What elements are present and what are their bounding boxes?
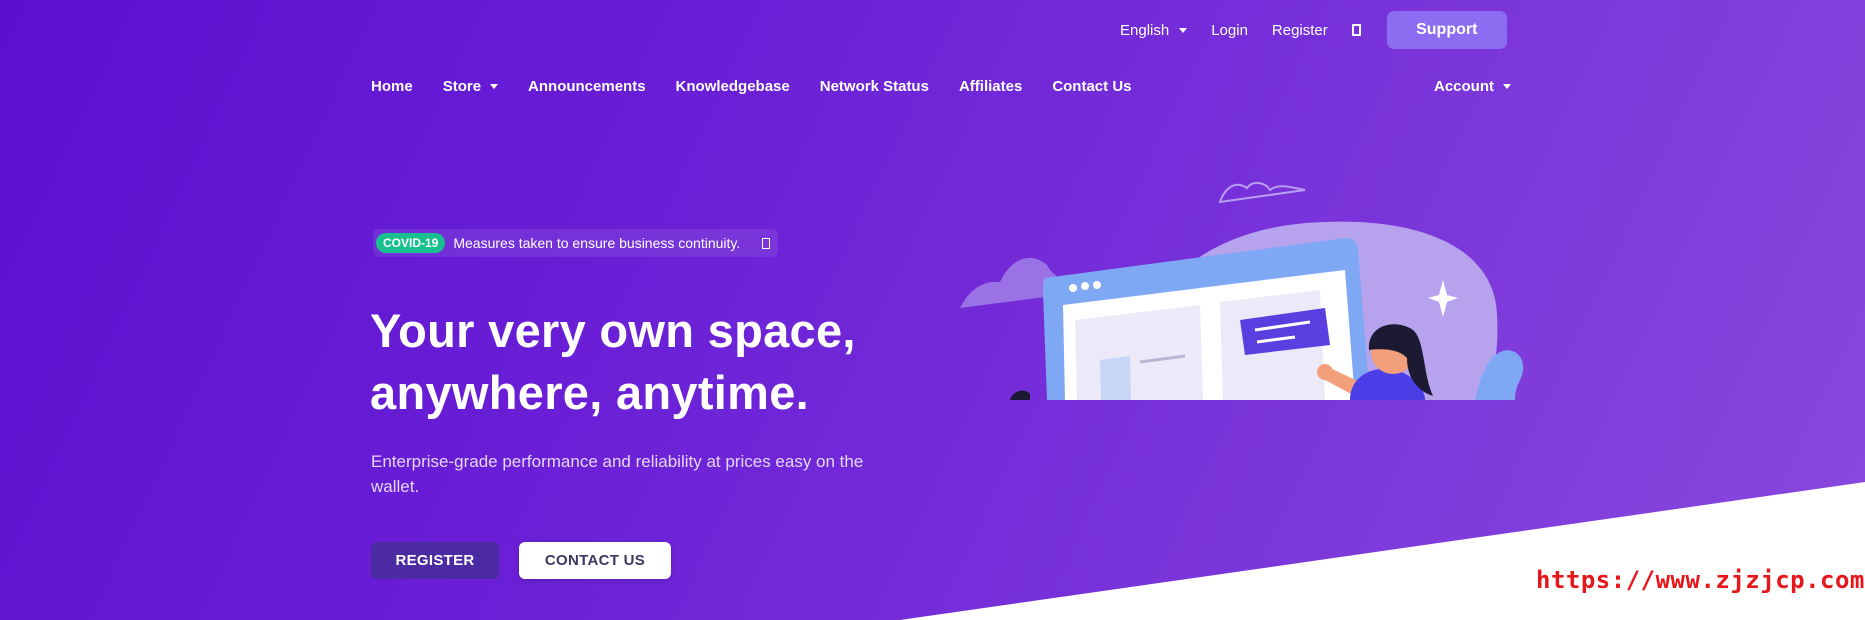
nav-store[interactable]: Store [442,78,499,95]
language-selector[interactable]: English [1120,21,1188,39]
hero-illustration [960,182,1524,400]
register-link[interactable]: Register [1272,22,1328,39]
hero-subtitle: Enterprise-grade performance and reliabi… [371,452,864,496]
language-label: English [1120,21,1170,39]
covid-notice[interactable]: COVID-19 Measures taken to ensure busine… [373,229,779,257]
nav-announcements[interactable]: Announcements [528,78,646,95]
hero-title-line2: anywhere, anytime. [370,366,810,419]
chevron-down-icon [1179,27,1188,33]
nav-contact-us[interactable]: Contact Us [1052,78,1131,95]
nav-account-label: Account [1434,78,1494,95]
dark-shape [1010,390,1030,400]
external-link-icon [762,237,771,249]
contact-us-button[interactable]: CONTACT US [519,542,671,579]
hero-title-line1: Your very own space, [370,304,856,357]
chevron-down-icon [1503,84,1511,89]
login-link[interactable]: Login [1211,22,1248,39]
hero-title: Your very own space, anywhere, anytime. [370,300,930,424]
nav-knowledgebase[interactable]: Knowledgebase [676,78,790,95]
covid-message: Measures taken to ensure business contin… [453,235,741,251]
nav-account[interactable]: Account [1434,78,1511,95]
support-button[interactable]: Support [1386,11,1507,49]
cart-link[interactable] [1351,24,1361,36]
main-nav: Home Store Announcements Knowledgebase N… [371,78,1511,95]
watermark-text: https://www.zjzjcp.com [1536,566,1865,594]
cloud-outline-icon [1218,182,1306,204]
nav-store-label: Store [442,78,482,95]
top-utility-bar: English Login Register Support [1120,10,1507,50]
nav-network-status[interactable]: Network Status [820,78,929,95]
chevron-down-icon [490,84,499,89]
nav-affiliates[interactable]: Affiliates [959,78,1022,95]
nav-home[interactable]: Home [371,78,413,95]
register-button[interactable]: REGISTER [371,542,499,579]
cart-icon [1351,24,1361,36]
covid-tag: COVID-19 [376,233,446,253]
